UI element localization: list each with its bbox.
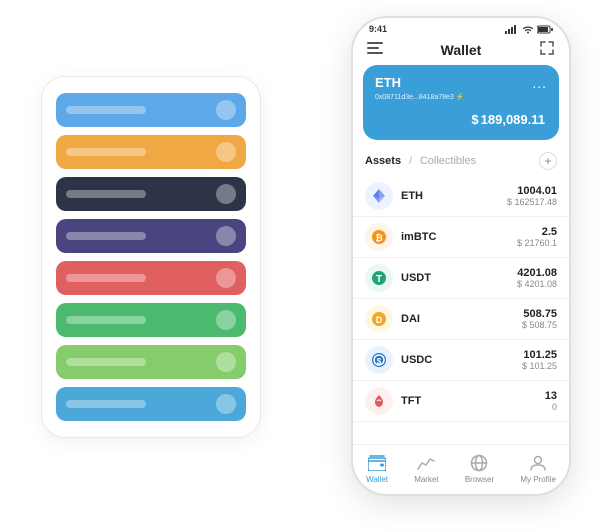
asset-icon-eth	[365, 182, 393, 210]
card-stack-item[interactable]	[56, 93, 246, 127]
asset-amount-imbtc: 2.5	[517, 226, 557, 238]
asset-name-usdt: USDT	[401, 272, 517, 284]
assets-tab-divider: /	[409, 156, 412, 167]
card-stack-item[interactable]	[56, 345, 246, 379]
asset-icon-tft	[365, 387, 393, 415]
expand-icon[interactable]	[539, 40, 555, 59]
scene: 9:41	[21, 16, 581, 516]
status-bar: 9:41	[353, 18, 569, 36]
nav-label-wallet: Wallet	[366, 475, 388, 484]
asset-usd-eth: $ 162517.48	[507, 197, 557, 207]
eth-card-menu[interactable]: ...	[532, 75, 547, 91]
eth-card[interactable]: ETH ... 0x08711d3e...8418a78e3 ⚡ $189,08…	[363, 65, 559, 140]
nav-icon-wallet	[367, 453, 387, 473]
menu-icon[interactable]	[367, 41, 383, 59]
assets-header: Assets / Collectibles +	[353, 148, 569, 176]
asset-list: ETH 1004.01 $ 162517.48 ₿ imBTC 2.5 $ 21…	[353, 176, 569, 444]
card-stack-item[interactable]	[56, 261, 246, 295]
card-stack-item[interactable]	[56, 135, 246, 169]
eth-card-address: 0x08711d3e...8418a78e3 ⚡	[375, 93, 547, 101]
asset-values-usdt: 4201.08 $ 4201.08	[517, 267, 557, 289]
asset-amount-usdc: 101.25	[522, 349, 557, 361]
status-time: 9:41	[369, 24, 387, 34]
asset-amount-eth: 1004.01	[507, 185, 557, 197]
nav-item-profile[interactable]: My Profile	[520, 453, 556, 484]
card-stack	[41, 76, 261, 438]
nav-item-browser[interactable]: Browser	[465, 453, 494, 484]
nav-icon-market	[416, 453, 436, 473]
nav-bar: Wallet	[353, 36, 569, 65]
svg-text:T: T	[376, 274, 382, 285]
asset-values-dai: 508.75 $ 508.75	[522, 308, 557, 330]
svg-text:₿: ₿	[375, 233, 382, 243]
asset-usd-imbtc: $ 21760.1	[517, 238, 557, 248]
asset-usd-tft: 0	[545, 402, 557, 412]
asset-amount-tft: 13	[545, 390, 557, 402]
asset-item-dai[interactable]: D DAI 508.75 $ 508.75	[353, 299, 569, 340]
svg-text:$: $	[377, 357, 382, 366]
asset-icon-usdc: $	[365, 346, 393, 374]
asset-name-eth: ETH	[401, 190, 507, 202]
card-stack-item[interactable]	[56, 387, 246, 421]
eth-card-amount: $189,089.11	[375, 107, 547, 130]
asset-usd-usdc: $ 101.25	[522, 361, 557, 371]
phone: 9:41	[351, 16, 571, 496]
bottom-nav: Wallet Market Browser My Profile	[353, 444, 569, 494]
nav-item-wallet[interactable]: Wallet	[366, 453, 388, 484]
card-stack-item[interactable]	[56, 219, 246, 253]
asset-icon-imbtc: ₿	[365, 223, 393, 251]
asset-name-dai: DAI	[401, 313, 522, 325]
asset-icon-usdt: T	[365, 264, 393, 292]
asset-values-imbtc: 2.5 $ 21760.1	[517, 226, 557, 248]
nav-icon-profile	[528, 453, 548, 473]
status-icons	[505, 25, 553, 34]
card-stack-item[interactable]	[56, 303, 246, 337]
asset-amount-usdt: 4201.08	[517, 267, 557, 279]
add-asset-button[interactable]: +	[539, 152, 557, 170]
asset-item-usdt[interactable]: T USDT 4201.08 $ 4201.08	[353, 258, 569, 299]
asset-item-usdc[interactable]: $ USDC 101.25 $ 101.25	[353, 340, 569, 381]
page-title: Wallet	[441, 42, 482, 58]
asset-values-tft: 13 0	[545, 390, 557, 412]
asset-name-usdc: USDC	[401, 354, 522, 366]
nav-label-browser: Browser	[465, 475, 494, 484]
nav-icon-browser	[469, 453, 489, 473]
asset-icon-dai: D	[365, 305, 393, 333]
nav-label-market: Market	[414, 475, 438, 484]
nav-label-profile: My Profile	[520, 475, 556, 484]
asset-name-tft: TFT	[401, 395, 545, 407]
nav-item-market[interactable]: Market	[414, 453, 438, 484]
asset-values-eth: 1004.01 $ 162517.48	[507, 185, 557, 207]
asset-item-imbtc[interactable]: ₿ imBTC 2.5 $ 21760.1	[353, 217, 569, 258]
asset-usd-dai: $ 508.75	[522, 320, 557, 330]
assets-tab-active[interactable]: Assets	[365, 155, 401, 167]
asset-item-eth[interactable]: ETH 1004.01 $ 162517.48	[353, 176, 569, 217]
eth-card-title: ETH	[375, 75, 401, 90]
asset-name-imbtc: imBTC	[401, 231, 517, 243]
collectibles-tab[interactable]: Collectibles	[420, 155, 476, 167]
battery-icon	[537, 25, 553, 34]
signal-icon	[505, 25, 519, 34]
asset-amount-dai: 508.75	[522, 308, 557, 320]
asset-values-usdc: 101.25 $ 101.25	[522, 349, 557, 371]
asset-item-tft[interactable]: TFT 13 0	[353, 381, 569, 422]
svg-text:D: D	[376, 315, 383, 325]
card-stack-item[interactable]	[56, 177, 246, 211]
wifi-icon	[522, 25, 534, 34]
asset-usd-usdt: $ 4201.08	[517, 279, 557, 289]
